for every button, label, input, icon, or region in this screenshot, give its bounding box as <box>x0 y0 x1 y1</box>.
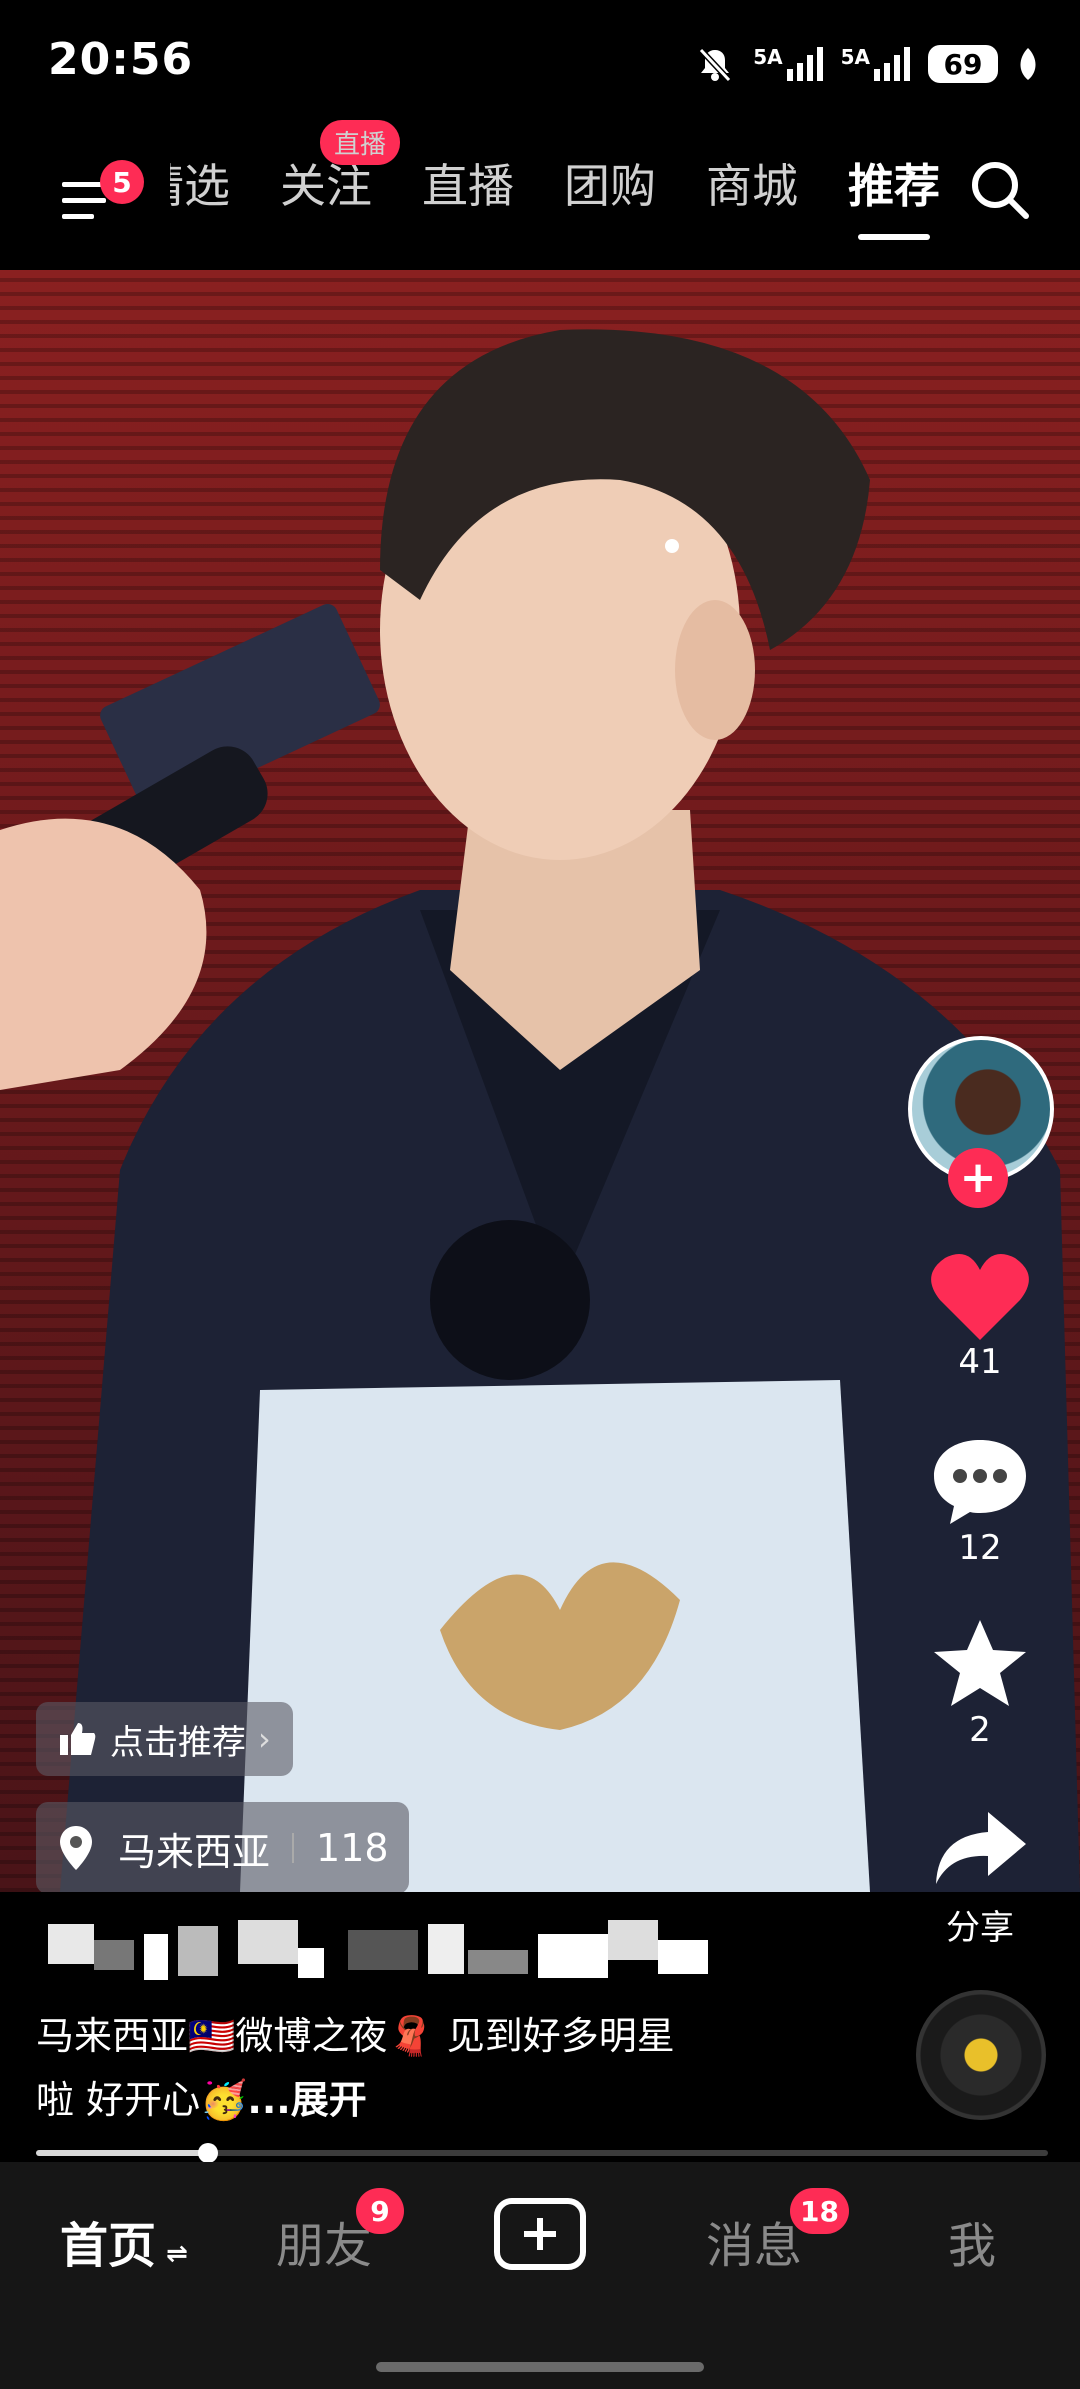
location-divider <box>292 1833 295 1863</box>
mute-bell-icon <box>698 47 732 83</box>
nav-me[interactable]: 我 <box>948 2206 996 2276</box>
favorite-button[interactable]: 2 <box>900 1618 1060 1750</box>
comment-icon <box>934 1440 1026 1524</box>
author-name-pixelated <box>48 1920 708 1980</box>
progress-knob[interactable] <box>198 2143 219 2163</box>
progress-fill <box>36 2150 209 2156</box>
home-indicator[interactable] <box>376 2362 704 2372</box>
music-disc-icon[interactable] <box>916 1990 1046 2120</box>
top-tabs: 精选 关注 直播 直播 团购 商城 推荐 <box>170 120 940 240</box>
location-pin-icon <box>60 1826 92 1870</box>
caption-line-1: 马来西亚🇲🇾微博之夜🧣 见到好多明星 <box>36 2014 675 2058</box>
active-tab-underline <box>858 234 930 240</box>
top-nav: 5 精选 关注 直播 直播 团购 商城 推荐 <box>0 120 1080 270</box>
status-time: 20:56 <box>48 34 194 85</box>
menu-button[interactable]: 5 <box>56 154 144 234</box>
comment-button[interactable]: 12 <box>900 1436 1060 1568</box>
share-button[interactable]: 分享 <box>900 1808 1060 1949</box>
nav-home[interactable]: 首页 ⇌ <box>60 2206 188 2276</box>
caption-line-2: 啦 好开心🥳...展开 <box>36 2068 856 2132</box>
share-label: 分享 <box>946 1908 1014 1948</box>
signal-icon-1: 5A <box>753 47 823 81</box>
signal-icon-2: 5A <box>841 47 910 81</box>
create-button[interactable] <box>494 2198 586 2270</box>
friends-badge: 9 <box>356 2188 404 2234</box>
thumbs-up-icon <box>60 1723 96 1755</box>
menu-badge: 5 <box>100 160 144 204</box>
status-bar: 20:56 5A 5A 69 <box>0 0 1080 120</box>
share-arrow-icon <box>936 1812 1026 1884</box>
follow-button[interactable]: + <box>948 1148 1008 1208</box>
recommend-label: 点击推荐 <box>110 1722 246 1763</box>
search-button[interactable] <box>962 150 1042 230</box>
leaf-icon <box>1020 48 1036 80</box>
battery-indicator: 69 <box>928 45 998 83</box>
heart-icon <box>931 1254 1029 1340</box>
favorite-count: 2 <box>969 1710 991 1750</box>
tab-mall[interactable]: 商城 <box>706 150 798 216</box>
recommend-button[interactable]: 点击推荐 › <box>36 1702 293 1776</box>
like-button[interactable]: 41 <box>900 1250 1060 1382</box>
tab-following[interactable]: 关注 直播 <box>280 120 401 216</box>
comment-count: 12 <box>958 1528 1002 1568</box>
bottom-nav: 首页 ⇌ 朋友 9 消息 18 我 <box>0 2162 1080 2389</box>
messages-badge: 18 <box>790 2188 849 2234</box>
location-count: 118 <box>316 1826 389 1870</box>
status-icons: 5A 5A 69 <box>695 40 1040 88</box>
tab-featured[interactable]: 精选 <box>170 150 230 216</box>
plus-icon: + <box>959 1152 997 1203</box>
like-count: 41 <box>958 1342 1002 1382</box>
caption-line-2-text: 啦 好开心🥳 <box>36 2078 248 2122</box>
expand-link[interactable]: ...展开 <box>247 2078 366 2122</box>
switch-icon: ⇌ <box>166 2239 188 2269</box>
search-icon <box>972 162 1029 219</box>
star-icon <box>934 1620 1026 1706</box>
chevron-right-icon: › <box>258 1720 271 1758</box>
live-badge: 直播 <box>320 120 401 165</box>
location-tag[interactable]: 马来西亚 118 <box>36 1802 409 1892</box>
location-name: 马来西亚 <box>118 1829 271 1874</box>
nav-messages[interactable]: 消息 18 <box>706 2188 849 2276</box>
tab-recommend[interactable]: 推荐 <box>848 150 940 240</box>
tab-group-buy[interactable]: 团购 <box>564 150 656 216</box>
video-caption: 马来西亚🇲🇾微博之夜🧣 见到好多明星 啦 好开心🥳...展开 <box>36 2004 856 2132</box>
tab-live[interactable]: 直播 <box>422 150 514 216</box>
plus-icon <box>524 2218 556 2250</box>
nav-friends[interactable]: 朋友 9 <box>276 2188 404 2276</box>
